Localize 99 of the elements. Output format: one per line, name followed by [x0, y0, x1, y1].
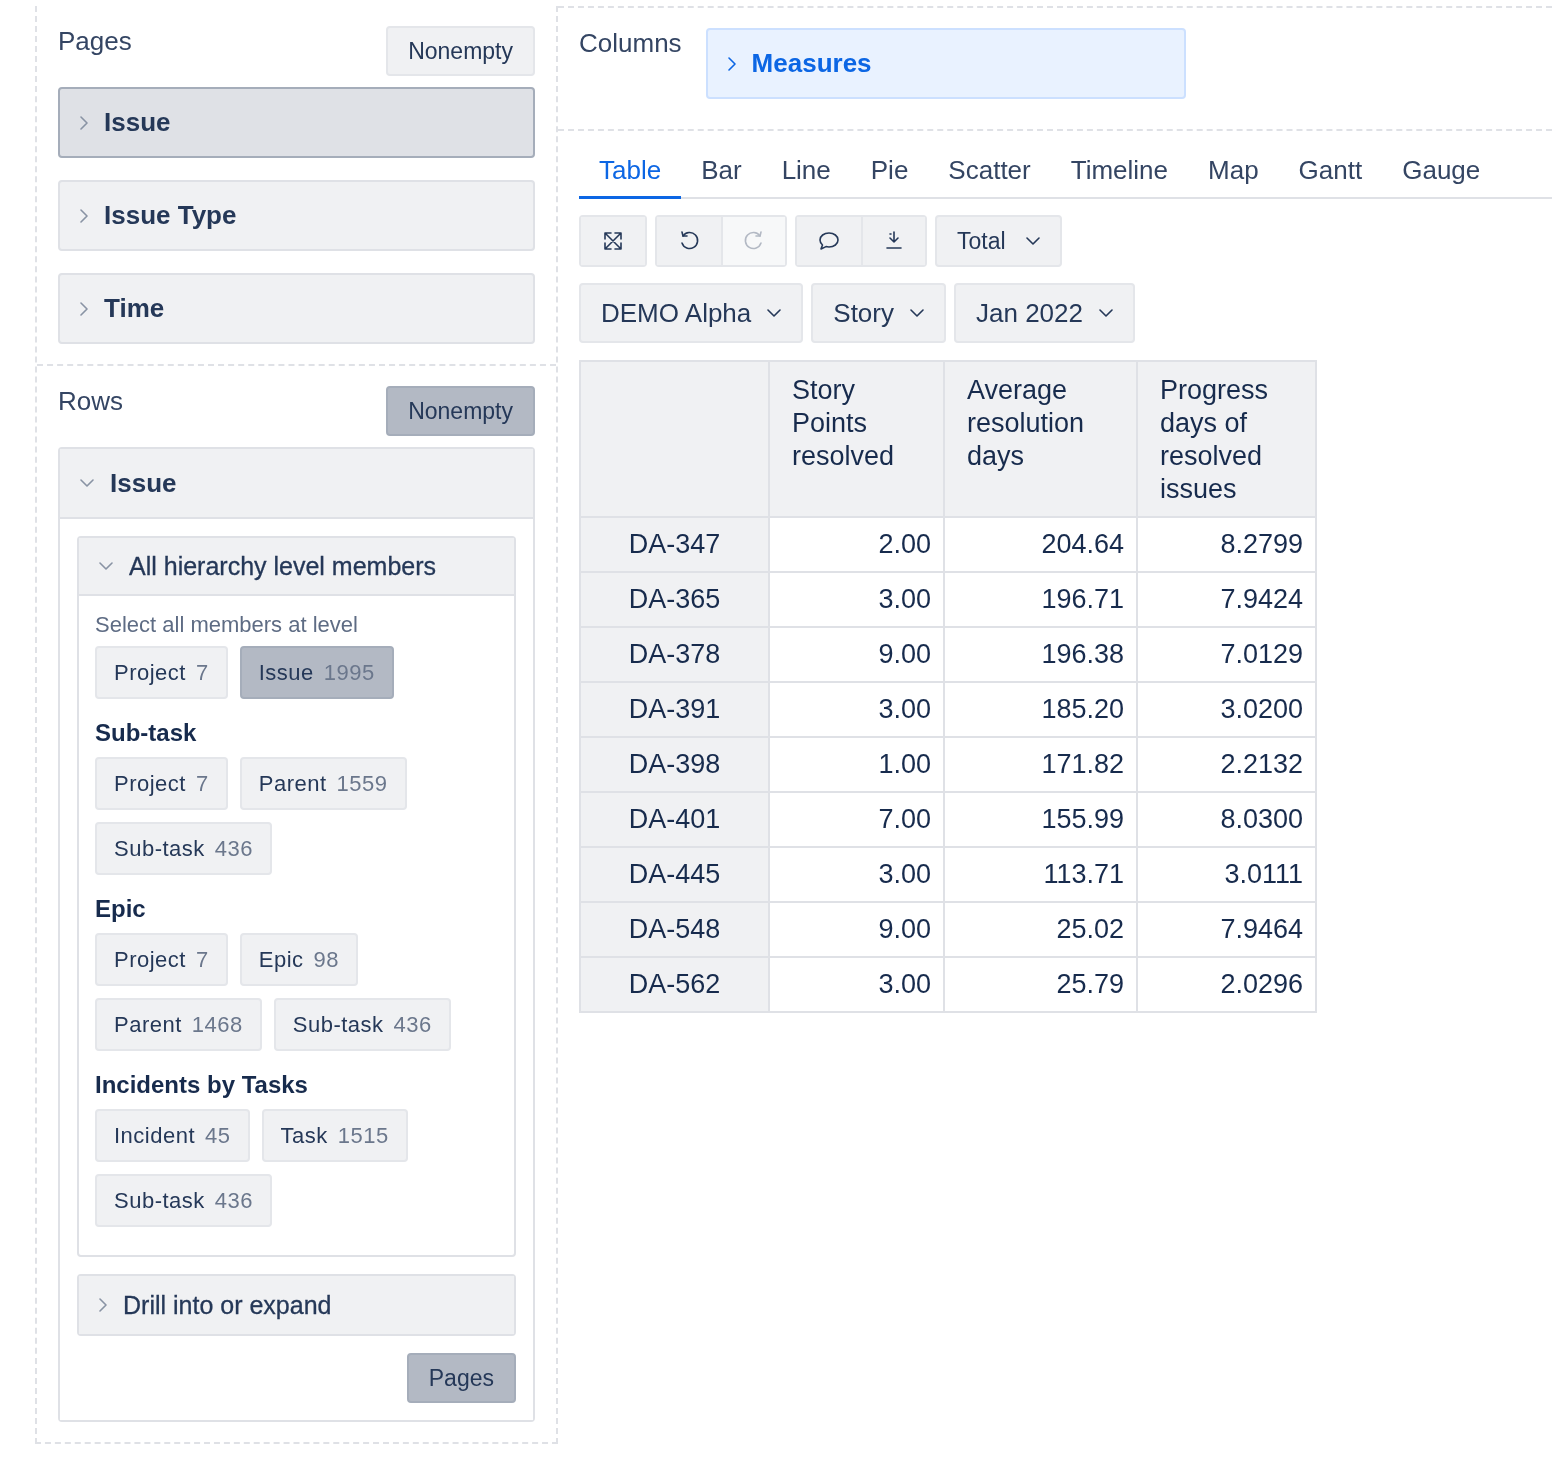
- group-heading: Sub-task: [95, 719, 198, 747]
- table-cell: 8.0300: [1137, 792, 1316, 847]
- chevron-right-icon: [99, 1298, 107, 1312]
- chevron-right-icon: [80, 208, 88, 223]
- level-chip[interactable]: Sub-task 436: [273, 998, 451, 1051]
- chevron-down-icon: [767, 309, 782, 317]
- table-cell: 196.38: [944, 627, 1137, 682]
- chevron-down-icon: [1025, 237, 1040, 245]
- table-cell: 3.00: [769, 957, 944, 1012]
- table-cell: 3.0111: [1137, 847, 1316, 902]
- level-chip[interactable]: Project 7: [95, 933, 228, 986]
- table-cell: 3.00: [769, 682, 944, 737]
- chart-type-tab[interactable]: Gantt: [1278, 149, 1383, 199]
- row-header: DA-548: [580, 902, 769, 957]
- table-cell: 3.00: [769, 847, 944, 902]
- chart-type-tab[interactable]: Pie: [850, 149, 929, 199]
- table-cell: 3.0200: [1137, 682, 1316, 737]
- table-cell: 3.00: [769, 572, 944, 627]
- row-header: DA-401: [580, 792, 769, 847]
- table-cell: 7.0129: [1137, 627, 1316, 682]
- table-cell: 196.71: [944, 572, 1137, 627]
- dimension-item[interactable]: Time: [58, 273, 535, 344]
- table-cell: 7.9464: [1137, 902, 1316, 957]
- download-icon: [883, 230, 905, 252]
- row-header: DA-398: [580, 737, 769, 792]
- row-header: DA-391: [580, 682, 769, 737]
- chevron-down-icon: [1098, 309, 1113, 317]
- chart-type-tab[interactable]: Scatter: [928, 149, 1051, 199]
- level-chip[interactable]: Epic 98: [239, 933, 358, 986]
- fullscreen-button[interactable]: [581, 217, 645, 265]
- filter-dropdown[interactable]: Story: [811, 283, 946, 343]
- comment-icon: [818, 230, 840, 252]
- level-chip[interactable]: Project 7: [95, 646, 228, 699]
- dimension-item[interactable]: Measures: [705, 28, 1186, 99]
- level-chip[interactable]: Project 7: [95, 757, 228, 810]
- chart-type-tab[interactable]: Timeline: [1050, 149, 1189, 199]
- level-chip[interactable]: Task 1515: [261, 1109, 408, 1162]
- table-cell: 2.00: [769, 517, 944, 572]
- chart-type-tab[interactable]: Map: [1188, 149, 1279, 199]
- row-header: DA-347: [580, 517, 769, 572]
- caption-text: Select all members at level: [95, 612, 359, 638]
- level-chip[interactable]: Parent 1468: [95, 998, 262, 1051]
- undo-icon: [678, 230, 700, 252]
- nonempty-button[interactable]: Nonempty: [386, 26, 535, 76]
- table-cell: 2.2132: [1137, 737, 1316, 792]
- total-dropdown[interactable]: Total: [935, 215, 1062, 267]
- level-chip[interactable]: Sub-task 436: [95, 1174, 273, 1227]
- chevron-down-icon: [910, 309, 924, 317]
- level-chip[interactable]: Incident 45: [95, 1109, 250, 1162]
- filter-dropdown[interactable]: Jan 2022: [954, 283, 1135, 343]
- chevron-down-icon: [80, 479, 94, 487]
- chevron-right-icon: [727, 56, 736, 71]
- table-cell: 25.79: [944, 957, 1137, 1012]
- table-cell: 9.00: [769, 902, 944, 957]
- table-cell: 155.99: [944, 792, 1137, 847]
- level-chip[interactable]: Sub-task 436: [95, 822, 273, 875]
- table-cell: 8.2799: [1137, 517, 1316, 572]
- table-cell: 204.64: [944, 517, 1137, 572]
- pages-button[interactable]: Pages: [406, 1353, 516, 1403]
- column-header: Progress days of resolved issues: [1137, 361, 1316, 517]
- row-header: DA-378: [580, 627, 769, 682]
- table-cell: 171.82: [944, 737, 1137, 792]
- dimension-item[interactable]: Issue Type: [58, 180, 535, 251]
- chart-type-tab[interactable]: Table: [579, 149, 682, 199]
- row-header: DA-562: [580, 957, 769, 1012]
- table-cell: 1.00: [769, 737, 944, 792]
- option-header[interactable]: Drill into or expand: [79, 1276, 514, 1334]
- redo-icon: [743, 230, 765, 252]
- section-title: Rows: [58, 386, 123, 417]
- table-cell: 7.00: [769, 792, 944, 847]
- dimension-item[interactable]: Issue: [58, 87, 535, 158]
- table-cell: 9.00: [769, 627, 944, 682]
- section-title: Columns: [579, 28, 682, 60]
- table-cell: 7.9424: [1137, 572, 1316, 627]
- chart-type-tab[interactable]: Bar: [681, 149, 762, 199]
- level-chip[interactable]: Issue 1995: [239, 646, 394, 699]
- row-header: DA-365: [580, 572, 769, 627]
- table-cell: 185.20: [944, 682, 1137, 737]
- column-header: Story Points resolved: [769, 361, 944, 517]
- group-heading: Epic: [95, 895, 147, 923]
- column-header: Average resolution days: [944, 361, 1137, 517]
- chevron-right-icon: [80, 301, 88, 316]
- group-heading: Incidents by Tasks: [95, 1071, 309, 1099]
- option-header[interactable]: All hierarchy level members: [79, 538, 514, 596]
- level-chip[interactable]: Parent 1559: [239, 757, 407, 810]
- nonempty-button[interactable]: Nonempty: [386, 386, 535, 436]
- chart-type-tab[interactable]: Line: [761, 149, 851, 199]
- table-cell: 113.71: [944, 847, 1137, 902]
- chevron-right-icon: [80, 115, 88, 130]
- fullscreen-icon: [602, 230, 624, 252]
- table-cell: 2.0296: [1137, 957, 1316, 1012]
- table-cell: 25.02: [944, 902, 1137, 957]
- chart-type-tab[interactable]: Gauge: [1382, 149, 1501, 199]
- chevron-down-icon: [99, 562, 113, 570]
- row-header: DA-445: [580, 847, 769, 902]
- download-button[interactable]: [861, 217, 925, 265]
- filter-dropdown[interactable]: DEMO Alpha: [579, 283, 804, 343]
- dimension-header[interactable]: Issue: [60, 449, 533, 519]
- section-title: Pages: [58, 26, 132, 57]
